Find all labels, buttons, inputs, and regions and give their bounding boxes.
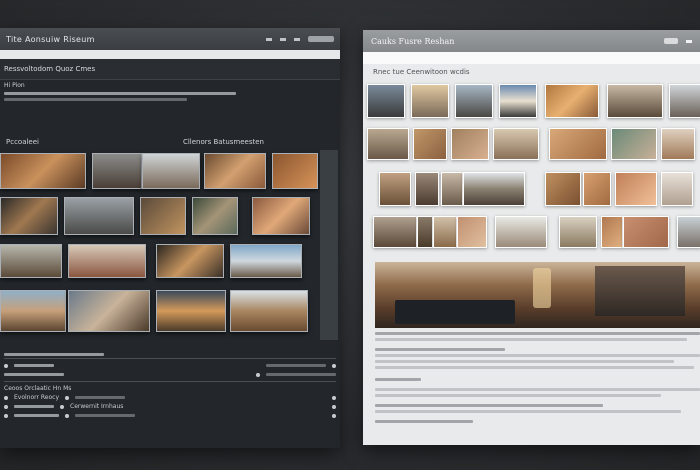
photo-thumbnail[interactable] <box>367 84 405 118</box>
photo-thumbnail[interactable] <box>615 172 657 206</box>
photo-thumbnail[interactable] <box>623 216 669 248</box>
light-window-title: Cauks Fusre Reshan <box>371 36 455 46</box>
photo-thumbnail[interactable] <box>493 128 539 160</box>
featured-interior-image[interactable] <box>375 262 700 328</box>
gallery-label-right: Cllenors Batusmeesten <box>182 138 264 146</box>
gallery-header: Pccoaleei Cllenors Batusmeesten <box>0 136 340 148</box>
photo-thumbnail[interactable] <box>230 290 308 332</box>
gallery-label-left: Pccoaleei <box>6 138 39 146</box>
light-gallery-window: Cauks Fusre Reshan Rnec tue Ceenwitoon w… <box>363 30 700 445</box>
photo-thumbnail[interactable] <box>142 153 200 189</box>
grid-view-icon[interactable] <box>280 37 286 41</box>
photo-thumbnail[interactable] <box>156 290 226 332</box>
dark-window-title: Tite Aonsuiw Riseum <box>6 34 95 44</box>
dark-toolbar-rows: Hi Pion <box>0 80 340 103</box>
footer-heading: Ceoos Orclaatic Hn Ms <box>4 385 72 392</box>
photo-thumbnail[interactable] <box>0 290 66 332</box>
photo-thumbnail[interactable] <box>204 153 266 189</box>
dark-scrollbar[interactable] <box>320 150 338 340</box>
dark-section-heading: Ressvoltodom Quoz Cmes <box>0 59 340 80</box>
photo-thumbnail[interactable] <box>68 290 150 332</box>
photo-thumbnail[interactable] <box>499 84 537 118</box>
photo-thumbnail[interactable] <box>252 197 310 235</box>
search-input[interactable] <box>308 36 334 42</box>
photo-thumbnail[interactable] <box>192 197 238 235</box>
photo-thumbnail[interactable] <box>661 128 695 160</box>
photo-thumbnail[interactable] <box>0 153 86 189</box>
photo-thumbnail[interactable] <box>545 84 599 118</box>
photo-thumbnail[interactable] <box>661 172 693 206</box>
light-address-bar[interactable] <box>363 52 700 64</box>
photo-thumbnail[interactable] <box>457 216 487 248</box>
dark-window-titlebar: Tite Aonsuiw Riseum <box>0 28 340 50</box>
address-bar[interactable] <box>0 50 340 59</box>
photo-thumbnail[interactable] <box>64 197 134 235</box>
photo-thumbnail[interactable] <box>415 172 439 206</box>
photo-thumbnail[interactable] <box>92 153 142 189</box>
photo-thumbnail[interactable] <box>611 128 657 160</box>
light-section-heading: Rnec tue Ceenwitoon wcdis <box>373 68 470 76</box>
photo-thumbnail[interactable] <box>411 84 449 118</box>
photo-thumbnail[interactable] <box>373 216 417 248</box>
toolbar-label: Hi Pion <box>4 82 25 89</box>
photo-thumbnail[interactable] <box>559 216 597 248</box>
menu-icon[interactable] <box>266 37 272 41</box>
light-window-titlebar: Cauks Fusre Reshan <box>363 30 700 52</box>
photo-thumbnail[interactable] <box>140 197 186 235</box>
photo-thumbnail[interactable] <box>441 172 463 206</box>
photo-thumbnail[interactable] <box>495 216 547 248</box>
photo-thumbnail[interactable] <box>455 84 493 118</box>
photo-thumbnail[interactable] <box>68 244 146 278</box>
photo-thumbnail[interactable] <box>607 84 663 118</box>
dark-gallery-window: Tite Aonsuiw Riseum Ressvoltodom Quoz Cm… <box>0 28 340 448</box>
photo-thumbnail[interactable] <box>417 216 433 248</box>
photo-thumbnail[interactable] <box>549 128 607 160</box>
photo-thumbnail[interactable] <box>463 172 525 206</box>
photo-thumbnail[interactable] <box>230 244 302 278</box>
photo-thumbnail[interactable] <box>545 172 581 206</box>
search-icon[interactable] <box>664 38 678 44</box>
photo-thumbnail[interactable] <box>379 172 411 206</box>
photo-thumbnail[interactable] <box>601 216 623 248</box>
photo-thumbnail[interactable] <box>413 128 447 160</box>
dark-footer-panel: Ceoos Orclaatic Hn Ms Evolnorr Reocy Cer… <box>0 353 340 448</box>
photo-thumbnail[interactable] <box>0 244 62 278</box>
footer-item[interactable]: Cerwernit Irnhaus <box>70 403 123 410</box>
photo-thumbnail[interactable] <box>433 216 457 248</box>
list-view-icon[interactable] <box>294 37 300 41</box>
article-text <box>375 332 700 423</box>
photo-thumbnail[interactable] <box>677 216 700 248</box>
footer-item[interactable]: Evolnorr Reocy <box>14 394 59 401</box>
menu-icon[interactable] <box>686 39 692 43</box>
photo-thumbnail[interactable] <box>669 84 700 118</box>
photo-thumbnail[interactable] <box>451 128 489 160</box>
photo-thumbnail[interactable] <box>583 172 611 206</box>
photo-thumbnail[interactable] <box>272 153 318 189</box>
photo-thumbnail[interactable] <box>156 244 224 278</box>
photo-thumbnail[interactable] <box>0 197 58 235</box>
photo-thumbnail[interactable] <box>367 128 409 160</box>
photo-grid <box>0 150 340 350</box>
